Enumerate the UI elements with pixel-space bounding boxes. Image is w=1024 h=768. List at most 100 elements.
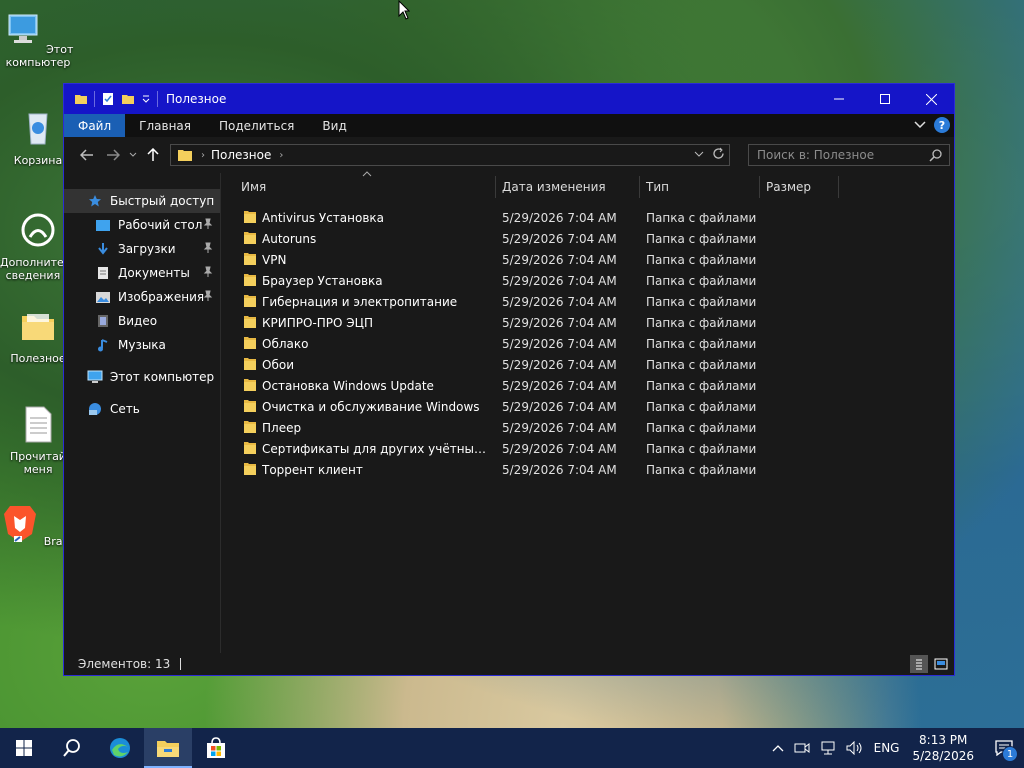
breadcrumb-separator-icon[interactable]: ›: [279, 150, 283, 161]
pin-icon[interactable]: [202, 266, 214, 278]
address-bar[interactable]: › Полезное ›: [170, 144, 730, 166]
store-taskbar-button[interactable]: [192, 728, 240, 768]
tab-share[interactable]: Поделиться: [205, 114, 308, 137]
meet-now-camera-icon[interactable]: [794, 741, 810, 755]
file-name: Облако: [262, 337, 309, 351]
column-header-size[interactable]: Размер: [766, 180, 811, 194]
column-header-type[interactable]: Тип: [646, 180, 669, 194]
desktop-icon-this-pc[interactable]: Этот компьютер: [0, 10, 76, 69]
folder-icon: [244, 400, 256, 412]
clock[interactable]: 8:13 PM 5/28/2026: [912, 732, 974, 764]
table-row[interactable]: Autoruns 5/29/2026 7:04 AM Папка с файлами: [221, 228, 954, 249]
forward-button[interactable]: [100, 149, 126, 161]
pin-icon[interactable]: [202, 218, 214, 230]
refresh-icon[interactable]: [712, 147, 725, 160]
search-taskbar-button[interactable]: [48, 728, 96, 768]
folder-icon: [244, 358, 256, 370]
new-folder-icon[interactable]: [121, 92, 135, 106]
file-date: 5/29/2026 7:04 AM: [502, 316, 617, 330]
text-document-icon: [25, 406, 52, 443]
nav-label: Сеть: [110, 402, 140, 416]
details-view-icon: [916, 659, 922, 670]
start-button[interactable]: [0, 728, 48, 768]
folder-icon: [244, 232, 256, 244]
table-row[interactable]: Торрент клиент 5/29/2026 7:04 AM Папка с ф…: [221, 459, 954, 480]
edge-taskbar-button[interactable]: [96, 728, 144, 768]
file-type: Папка с файлами: [646, 463, 757, 477]
file-type: Папка с файлами: [646, 295, 757, 309]
title-bar[interactable]: Полезное: [64, 84, 954, 114]
input-language[interactable]: ENG: [874, 741, 900, 755]
folder-icon: [244, 253, 256, 265]
table-row[interactable]: Гибернация и электропитание 5/29/2026 7:0…: [221, 291, 954, 312]
file-name: Обои: [262, 358, 294, 372]
nav-videos[interactable]: Видео: [64, 309, 220, 333]
nav-music[interactable]: Музыка: [64, 333, 220, 357]
table-row[interactable]: Очистка и обслуживание Windows 5/29/2026 …: [221, 396, 954, 417]
tab-file[interactable]: Файл: [64, 114, 126, 137]
back-button[interactable]: [74, 149, 100, 161]
folder-icon: [244, 463, 256, 475]
nav-downloads[interactable]: Загрузки: [64, 237, 220, 261]
pin-icon[interactable]: [202, 290, 214, 302]
volume-speaker-icon[interactable]: [846, 741, 864, 755]
maximize-button[interactable]: [862, 84, 908, 114]
star-icon: [86, 193, 104, 209]
table-row[interactable]: Обои 5/29/2026 7:04 AM Папка с файлами: [221, 354, 954, 375]
breadcrumb-separator-icon[interactable]: ›: [201, 150, 205, 161]
table-row[interactable]: Сертификаты для других учётных запи... 5/…: [221, 438, 954, 459]
column-header-name[interactable]: Имя: [241, 180, 266, 194]
search-input[interactable]: Поиск в: Полезное: [748, 144, 950, 166]
file-type: Папка с файлами: [646, 379, 757, 393]
large-icons-view-button[interactable]: [932, 655, 950, 673]
folder-icon: [244, 274, 256, 286]
column-header-date[interactable]: Дата изменения: [502, 180, 606, 194]
column-divider[interactable]: [838, 176, 839, 198]
file-type: Папка с файлами: [646, 274, 757, 288]
table-row[interactable]: VPN 5/29/2026 7:04 AM Папка с файлами: [221, 249, 954, 270]
properties-icon[interactable]: [101, 92, 115, 106]
action-center-button[interactable]: 1: [984, 728, 1024, 768]
mouse-cursor-icon: [398, 0, 410, 20]
pin-icon[interactable]: [202, 242, 214, 254]
customize-toolbar-chevron-icon[interactable]: [141, 92, 151, 106]
nav-desktop[interactable]: Рабочий стол: [64, 213, 220, 237]
show-hidden-icons-chevron-icon[interactable]: [772, 743, 784, 753]
expand-ribbon-chevron-icon[interactable]: [914, 120, 926, 130]
table-row[interactable]: Плеер 5/29/2026 7:04 AM Папка с файлами: [221, 417, 954, 438]
column-divider[interactable]: [759, 176, 760, 198]
folder-icon: [244, 316, 256, 328]
recent-locations-button[interactable]: [126, 152, 140, 158]
help-icon[interactable]: ?: [934, 117, 950, 133]
close-button[interactable]: [908, 84, 954, 114]
nav-quick-access[interactable]: Быстрый доступ: [64, 189, 220, 213]
file-date: 5/29/2026 7:04 AM: [502, 274, 617, 288]
clock-time: 8:13 PM: [919, 733, 968, 747]
nav-this-pc[interactable]: Этот компьютер: [64, 365, 220, 389]
file-explorer-taskbar-button[interactable]: [144, 728, 192, 768]
nav-network[interactable]: Сеть: [64, 397, 220, 421]
table-row[interactable]: Облако 5/29/2026 7:04 AM Папка с файлами: [221, 333, 954, 354]
arrow-left-icon: [80, 149, 93, 161]
table-row[interactable]: Antivirus Установка 5/29/2026 7:04 AM Папк…: [221, 207, 954, 228]
breadcrumb-current[interactable]: Полезное: [211, 148, 271, 162]
tab-home[interactable]: Главная: [125, 114, 205, 137]
table-row[interactable]: Браузер Установка 5/29/2026 7:04 AM Папка …: [221, 270, 954, 291]
large-icons-view-icon: [934, 658, 948, 670]
nav-pictures[interactable]: Изображения: [64, 285, 220, 309]
nav-label: Документы: [118, 266, 190, 280]
network-icon[interactable]: [820, 741, 836, 755]
table-row[interactable]: Остановка Windows Update 5/29/2026 7:04 A…: [221, 375, 954, 396]
column-divider[interactable]: [639, 176, 640, 198]
table-row[interactable]: КРИПРО-ПРО ЭЦП 5/29/2026 7:04 AM Папка с ф…: [221, 312, 954, 333]
nav-documents[interactable]: Документы: [64, 261, 220, 285]
minimize-button[interactable]: [816, 84, 862, 114]
folder-icon: [244, 337, 256, 349]
file-name: VPN: [262, 253, 287, 267]
details-view-button[interactable]: [910, 655, 928, 673]
tab-view[interactable]: Вид: [308, 114, 360, 137]
address-history-chevron-icon[interactable]: [694, 150, 704, 158]
up-button[interactable]: [140, 148, 166, 162]
column-divider[interactable]: [495, 176, 496, 198]
video-film-icon: [94, 313, 112, 329]
